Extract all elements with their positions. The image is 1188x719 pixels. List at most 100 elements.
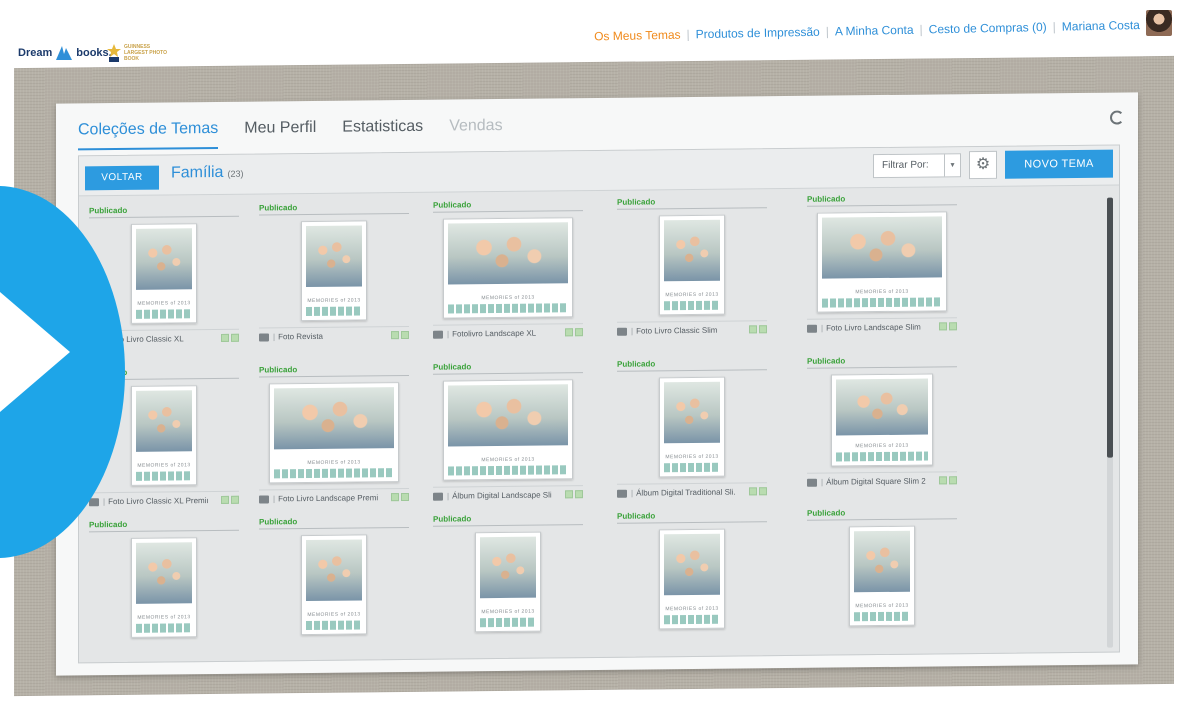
nav-link[interactable]: Cesto de Compras (0)	[929, 20, 1047, 36]
tab-item[interactable]: Estatisticas	[342, 118, 423, 148]
family-photo	[448, 384, 568, 447]
card-footer: | Foto Livro Landscape Premi...	[259, 487, 409, 504]
theme-thumbnail[interactable]: MEMORIES of 2013	[131, 223, 197, 324]
card-footer: | Foto Livro Classic Slim	[617, 320, 767, 336]
user-avatar[interactable]	[1146, 10, 1172, 36]
tab-item[interactable]: Coleções de Temas	[78, 119, 219, 151]
card-footer: | Foto Livro Landscape Slim	[807, 317, 957, 333]
settings-button[interactable]: ⚙	[969, 150, 997, 180]
tab-item[interactable]: Meu Perfil	[244, 119, 316, 149]
theme-card[interactable]: Publicado MEMORIES of 2013 | Álbum Digital …	[807, 355, 957, 487]
theme-thumbnail[interactable]: MEMORIES of 2013	[659, 214, 725, 316]
card-footer: | Álbum Digital Landscape Sli...	[433, 485, 583, 501]
edit-icon[interactable]	[221, 495, 229, 504]
edit-icon[interactable]	[939, 322, 947, 331]
edit-icon[interactable]	[221, 333, 229, 342]
theme-card[interactable]: Publicado MEMORIES of 2013 | Foto Revista	[259, 201, 409, 342]
theme-thumbnail[interactable]: MEMORIES of 2013	[269, 382, 399, 484]
tab-item[interactable]: Vendas	[449, 117, 502, 147]
theme-thumbnail[interactable]: MEMORIES of 2013	[131, 385, 197, 486]
theme-card[interactable]: Publicado MEMORIES of 2013	[433, 513, 583, 633]
scrollbar-thumb[interactable]	[1107, 197, 1113, 458]
footer-separator: |	[103, 497, 106, 507]
nav-link[interactable]: Os Meus Temas	[594, 28, 681, 44]
edit-icon[interactable]	[749, 487, 757, 496]
theme-card[interactable]: Publicado MEMORIES of 2013 |Foto Livro Cla…	[617, 196, 767, 336]
top-navigation: Os Meus Temas | Produtos de Impressão | A Mi…	[594, 18, 1140, 43]
book-icon	[433, 330, 443, 339]
nav-separator: |	[919, 22, 923, 37]
guinness-text: GUINNESS LARGEST PHOTO BOOK	[124, 44, 167, 62]
card-footer: | Fotolivro Landscape XL	[433, 323, 583, 339]
preview-icon[interactable]	[575, 490, 583, 499]
product-label: Foto Livro Landscape Slim	[826, 322, 921, 333]
product-label: Foto Revista	[278, 331, 323, 342]
theme-card[interactable]: Publicado MEMORIES of 2013	[617, 510, 767, 630]
hearts-border	[664, 614, 720, 625]
theme-thumbnail[interactable]: MEMORIES of 2013	[301, 220, 367, 322]
family-photo	[664, 219, 720, 282]
edit-icon[interactable]	[565, 490, 573, 499]
preview-icon[interactable]	[575, 328, 583, 337]
preview-icon[interactable]	[949, 322, 957, 331]
theme-card[interactable]: Publicado MEMORIES of 2013	[259, 515, 409, 636]
theme-card[interactable]: Publicado MEMORIES of 2013	[89, 518, 239, 639]
product-label: Fotolivro Landscape XL	[452, 328, 537, 339]
hearts-border	[448, 303, 568, 314]
footer-separator: |	[447, 329, 450, 339]
theme-card[interactable]: Publicado MEMORIES of 2013 | Álbum Digital …	[433, 361, 583, 501]
theme-thumbnail[interactable]: MEMORIES of 2013	[659, 528, 725, 630]
footer-separator: |	[631, 488, 634, 498]
edit-icon[interactable]	[391, 493, 399, 502]
theme-thumbnail[interactable]: MEMORIES of 2013	[443, 379, 573, 481]
hearts-border	[854, 611, 910, 622]
nav-link[interactable]: A Minha Conta	[835, 23, 914, 39]
back-button[interactable]: VOLTAR	[85, 165, 159, 191]
theme-card[interactable]: Publicado MEMORIES of 2013 | Foto Livro Lan…	[259, 363, 409, 504]
theme-thumbnail[interactable]: MEMORIES of 2013	[659, 376, 725, 478]
new-theme-button[interactable]: NOVO TEMA	[1005, 149, 1113, 179]
preview-icon[interactable]	[231, 495, 239, 504]
theme-card[interactable]: Publicado MEMORIES of 2013 | Foto Livro Lan…	[807, 193, 957, 333]
theme-thumbnail[interactable]: MEMORIES of 2013	[131, 537, 197, 638]
theme-thumbnail[interactable]: MEMORIES of 2013	[817, 211, 947, 313]
hearts-border	[822, 297, 942, 308]
preview-icon[interactable]	[231, 333, 239, 342]
refresh-icon[interactable]	[1110, 110, 1124, 125]
theme-card[interactable]: Publicado MEMORIES of 2013 | Fotolivro Land…	[433, 199, 583, 339]
preview-icon[interactable]	[949, 476, 957, 485]
status-badge: Publicado	[259, 363, 409, 378]
thumbnail-caption: MEMORIES of 2013	[137, 300, 191, 307]
chevron-down-icon: ▾	[944, 154, 960, 177]
theme-thumbnail[interactable]: MEMORIES of 2013	[831, 373, 933, 467]
theme-thumbnail[interactable]: MEMORIES of 2013	[443, 217, 573, 319]
edit-icon[interactable]	[391, 331, 399, 340]
nav-link[interactable]: Mariana Costa	[1062, 18, 1140, 34]
theme-card[interactable]: Publicado MEMORIES of 2013	[807, 507, 957, 627]
status-badge: Publicado	[617, 510, 767, 524]
preview-icon[interactable]	[759, 325, 767, 334]
edit-icon[interactable]	[939, 476, 947, 485]
theme-thumbnail[interactable]: MEMORIES of 2013	[849, 525, 915, 627]
collection-toolbar: VOLTAR Família (23) Filtrar Por: ▾ ⚙ NOVO…	[79, 145, 1119, 197]
preview-icon[interactable]	[759, 487, 767, 496]
dreambooks-logo[interactable]: Dream books.	[18, 44, 112, 62]
theme-card[interactable]: Publicado MEMORIES of 2013 | Álbum Digital …	[617, 358, 767, 498]
nav-link[interactable]: Produtos de Impressão	[696, 25, 820, 42]
preview-icon[interactable]	[401, 330, 409, 340]
hearts-border	[274, 468, 394, 479]
edit-icon[interactable]	[749, 325, 757, 334]
card-actions	[939, 476, 957, 485]
filter-dropdown[interactable]: Filtrar Por: ▾	[873, 153, 961, 179]
thumbnail-caption: MEMORIES of 2013	[481, 294, 535, 302]
edit-icon[interactable]	[565, 328, 573, 337]
collection-count: (23)	[227, 168, 244, 179]
card-actions	[565, 328, 583, 337]
theme-thumbnail[interactable]: MEMORIES of 2013	[301, 534, 367, 636]
theme-thumbnail[interactable]: MEMORIES of 2013	[475, 531, 541, 633]
family-photo	[836, 378, 928, 436]
status-badge: Publicado	[433, 199, 583, 213]
preview-icon[interactable]	[401, 492, 409, 502]
collection-title-text: Família	[171, 163, 224, 182]
status-badge: Publicado	[433, 361, 583, 375]
